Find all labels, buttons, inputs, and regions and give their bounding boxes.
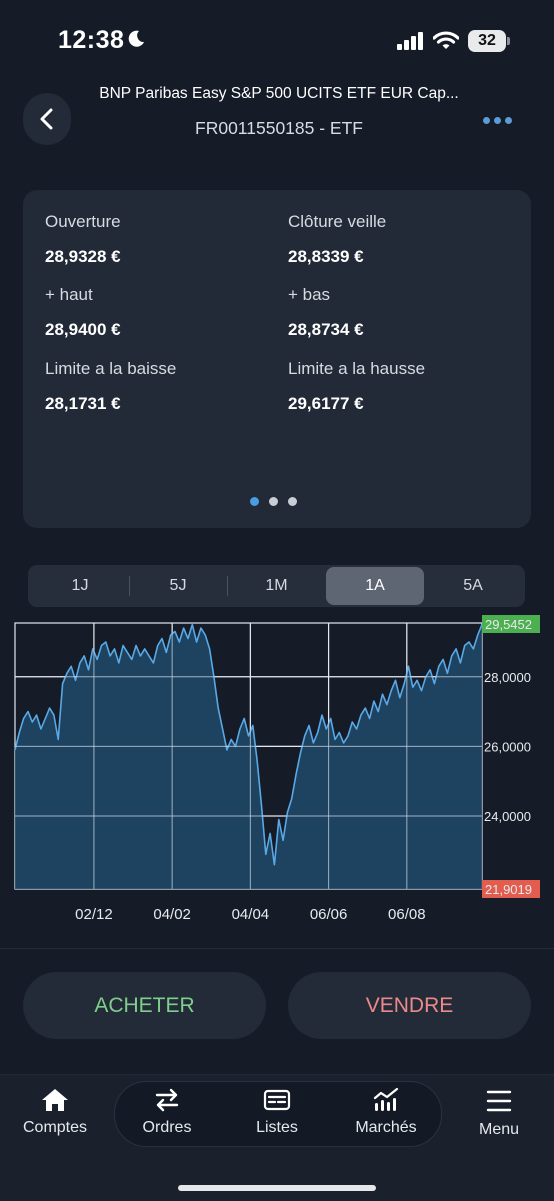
battery-tip: [507, 37, 510, 45]
more-options-icon[interactable]: [483, 117, 512, 124]
open-value: 28,9328 €: [45, 247, 121, 266]
tab-label-ordres: Ordres: [142, 1119, 192, 1136]
x-tick-label-3: 04/04: [232, 906, 270, 923]
back-button[interactable]: [23, 93, 71, 145]
buy-button[interactable]: ACHETER: [23, 972, 266, 1039]
low-label: + bas: [288, 285, 331, 304]
y-tick-label-2: 26,0000: [484, 739, 531, 754]
upper-limit-label: Limite a la hausse: [288, 359, 426, 378]
max-label: 29,5452: [485, 617, 532, 632]
lower-limit-value: 28,1731 €: [45, 394, 121, 413]
wifi-icon: [432, 31, 460, 56]
tab-comptes[interactable]: Comptes: [10, 1087, 100, 1137]
page-title: BNP Paribas Easy S&P 500 UCITS ETF EUR C…: [99, 85, 459, 102]
period-5j[interactable]: 5J: [130, 565, 226, 607]
hamburger-icon: [486, 1090, 512, 1112]
lower-limit-label: Limite a la baisse: [45, 359, 177, 378]
x-tick-label-2: 04/02: [153, 906, 191, 923]
y-tick-label-3: 24,0000: [484, 809, 531, 824]
tab-menu[interactable]: Menu: [454, 1087, 544, 1139]
tab-label-marches: Marchés: [355, 1119, 417, 1136]
low-value: 28,8734 €: [288, 320, 364, 339]
period-5a[interactable]: 5A: [425, 565, 521, 607]
min-label: 21,9019: [485, 882, 532, 897]
upper-limit-value: 29,6177 €: [288, 394, 364, 413]
market-chart-icon: [373, 1087, 399, 1111]
price-chart[interactable]: 28,0000 26,0000 24,0000 29,5452 21,9019 02/12…: [0, 615, 554, 927]
prev-close-value: 28,8339 €: [288, 247, 364, 266]
home-icon: [42, 1089, 68, 1111]
period-selector: 1J 5J 1M 1A 5A: [28, 565, 525, 607]
tab-ordres[interactable]: Ordres: [122, 1087, 212, 1137]
moon-icon: [126, 29, 146, 54]
period-1m[interactable]: 1M: [228, 565, 325, 607]
high-value: 28,9400 €: [45, 320, 121, 339]
x-tick-label-1: 02/12: [75, 906, 113, 923]
prev-close-label: Clôture veille: [288, 212, 387, 231]
y-tick-label-1: 28,0000: [484, 670, 531, 685]
swap-arrows-icon: [155, 1088, 179, 1112]
x-tick-label-5: 06/08: [388, 906, 426, 923]
page-dot-2[interactable]: [269, 497, 278, 506]
x-tick-label-4: 06/06: [310, 906, 348, 923]
period-1a[interactable]: 1A: [326, 567, 424, 605]
tab-label-comptes: Comptes: [22, 1119, 88, 1136]
home-indicator: [178, 1185, 376, 1191]
tab-label-listes: Listes: [256, 1119, 298, 1136]
divider: [0, 948, 554, 949]
status-time: 12:38: [58, 26, 125, 54]
chevron-left-icon: [40, 108, 53, 130]
page-indicator[interactable]: [250, 497, 297, 506]
high-label: + haut: [45, 285, 93, 304]
tab-marches[interactable]: Marchés: [341, 1087, 431, 1137]
signal-icon: [397, 32, 425, 55]
card-list-icon: [263, 1089, 291, 1111]
open-label: Ouverture: [45, 212, 121, 231]
sell-button[interactable]: VENDRE: [288, 972, 531, 1039]
page-dot-3[interactable]: [288, 497, 297, 506]
page-subtitle: FR0011550185 - ETF: [195, 118, 363, 138]
page-dot-1[interactable]: [250, 497, 259, 506]
tab-label-menu: Menu: [478, 1121, 520, 1138]
tab-listes[interactable]: Listes: [232, 1087, 322, 1137]
battery-indicator: 32: [468, 30, 506, 52]
period-1j[interactable]: 1J: [32, 565, 128, 607]
